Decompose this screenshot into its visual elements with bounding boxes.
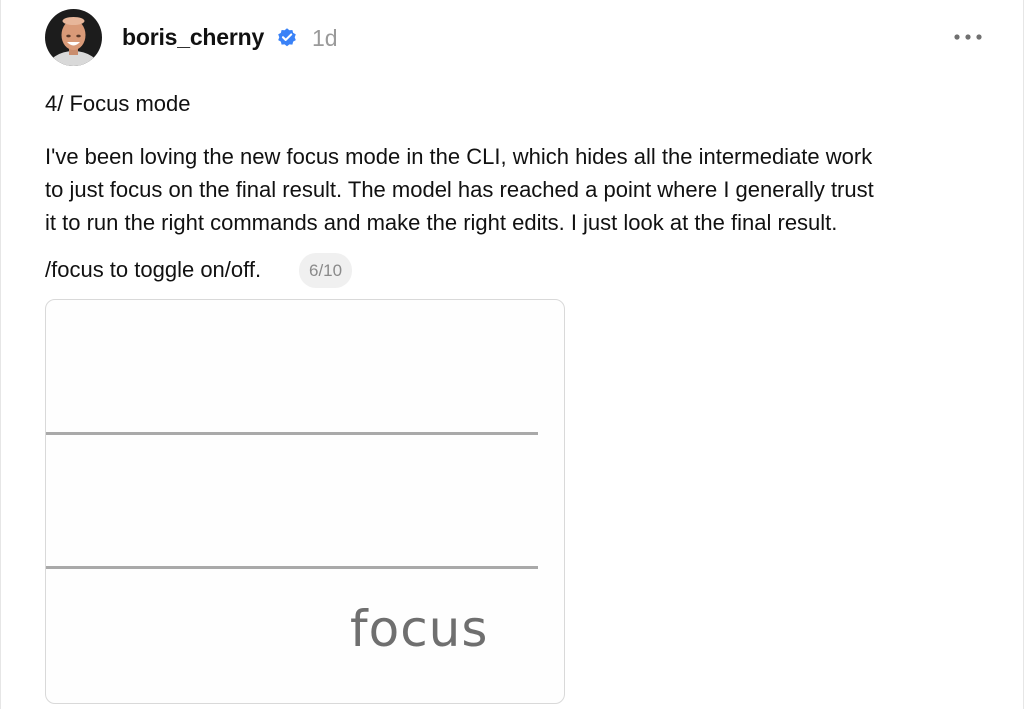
thread-counter-badge: 6/10 — [299, 253, 353, 288]
toggle-instruction: /focus to toggle on/off. — [45, 257, 262, 282]
media-focus-label: focus — [350, 600, 489, 658]
post: boris_cherny 1d 4/ Focus mode I've been … — [0, 0, 1024, 709]
post-body: I've been loving the new focus mode in t… — [45, 140, 1005, 239]
avatar[interactable] — [45, 9, 102, 66]
post-body-line: I've been loving the new focus mode in t… — [45, 144, 873, 169]
post-heading: 4/ Focus mode — [45, 91, 191, 116]
media-divider-bottom — [46, 566, 538, 569]
post-body-line: it to run the right commands and make th… — [45, 210, 838, 235]
media-divider-top — [46, 432, 538, 435]
post-timestamp: 1d — [312, 25, 338, 51]
ellipsis-icon[interactable] — [951, 29, 987, 45]
user-avatar-icon — [45, 9, 102, 66]
author-username[interactable]: boris_cherny — [122, 24, 264, 51]
media-attachment[interactable]: focus — [45, 299, 565, 704]
verified-badge-icon — [278, 28, 296, 47]
post-body-line: to just focus on the final result. The m… — [45, 177, 874, 202]
